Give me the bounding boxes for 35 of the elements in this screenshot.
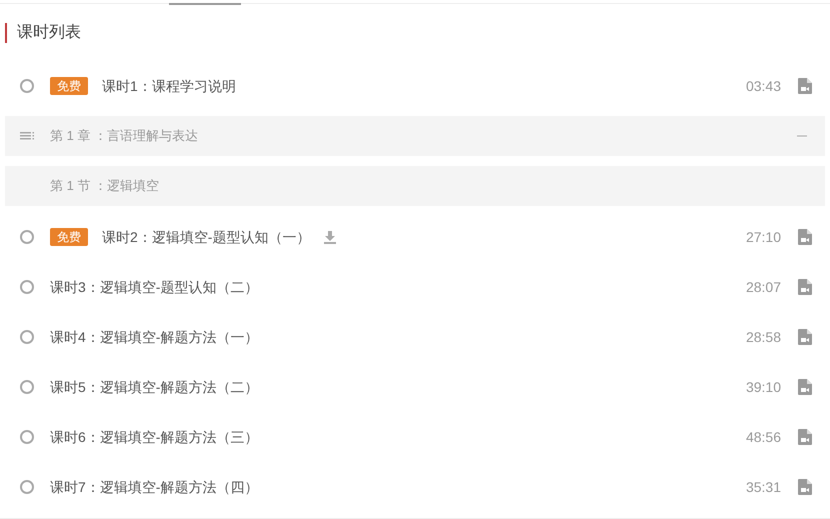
section-heading: 课时列表 <box>17 22 81 42</box>
radio-button[interactable] <box>20 430 34 444</box>
lesson-duration: 39:10 <box>746 378 781 396</box>
radio-button[interactable] <box>20 280 34 294</box>
video-file-icon[interactable] <box>798 429 812 445</box>
lesson-duration: 27:10 <box>746 228 781 246</box>
radio-button[interactable] <box>20 380 34 394</box>
free-tag: 免费 <box>50 228 88 246</box>
radio-button[interactable] <box>20 480 34 494</box>
radio-button[interactable] <box>20 79 34 93</box>
lesson-duration: 03:43 <box>746 76 781 96</box>
lesson-title[interactable]: 课时7：逻辑填空-解题方法（四） <box>50 476 258 498</box>
video-file-icon[interactable] <box>798 379 812 395</box>
free-tag: 免费 <box>50 77 88 95</box>
lesson-duration: 28:07 <box>746 278 781 296</box>
radio-button[interactable] <box>20 330 34 344</box>
video-file-icon[interactable] <box>798 479 812 495</box>
lesson-title[interactable]: 课时5：逻辑填空-解题方法（二） <box>50 376 258 398</box>
video-file-icon[interactable] <box>798 279 812 295</box>
video-file-icon[interactable] <box>798 78 812 94</box>
section-title: 第 1 节 ：逻辑填空 <box>50 177 160 196</box>
lesson-title[interactable]: 课时4：逻辑填空-解题方法（一） <box>50 326 258 348</box>
lesson-duration: 28:58 <box>746 328 781 346</box>
lesson-title[interactable]: 课时6：逻辑填空-解题方法（三） <box>50 426 258 448</box>
video-file-icon[interactable] <box>798 229 812 245</box>
lesson-title[interactable]: 课时1：课程学习说明 <box>102 76 236 96</box>
video-file-icon[interactable] <box>798 329 812 345</box>
lesson-duration: 35:31 <box>746 478 781 496</box>
lesson-title[interactable]: 课时3：逻辑填空-题型认知（二） <box>50 276 258 298</box>
chapter-title: 第 1 章 ：言语理解与表达 <box>50 127 198 146</box>
download-icon[interactable] <box>324 230 336 244</box>
radio-button[interactable] <box>20 230 34 244</box>
lesson-duration: 48:56 <box>746 428 781 446</box>
list-icon <box>20 132 34 140</box>
lesson-title[interactable]: 课时2：逻辑填空-题型认知（一） <box>102 226 310 248</box>
